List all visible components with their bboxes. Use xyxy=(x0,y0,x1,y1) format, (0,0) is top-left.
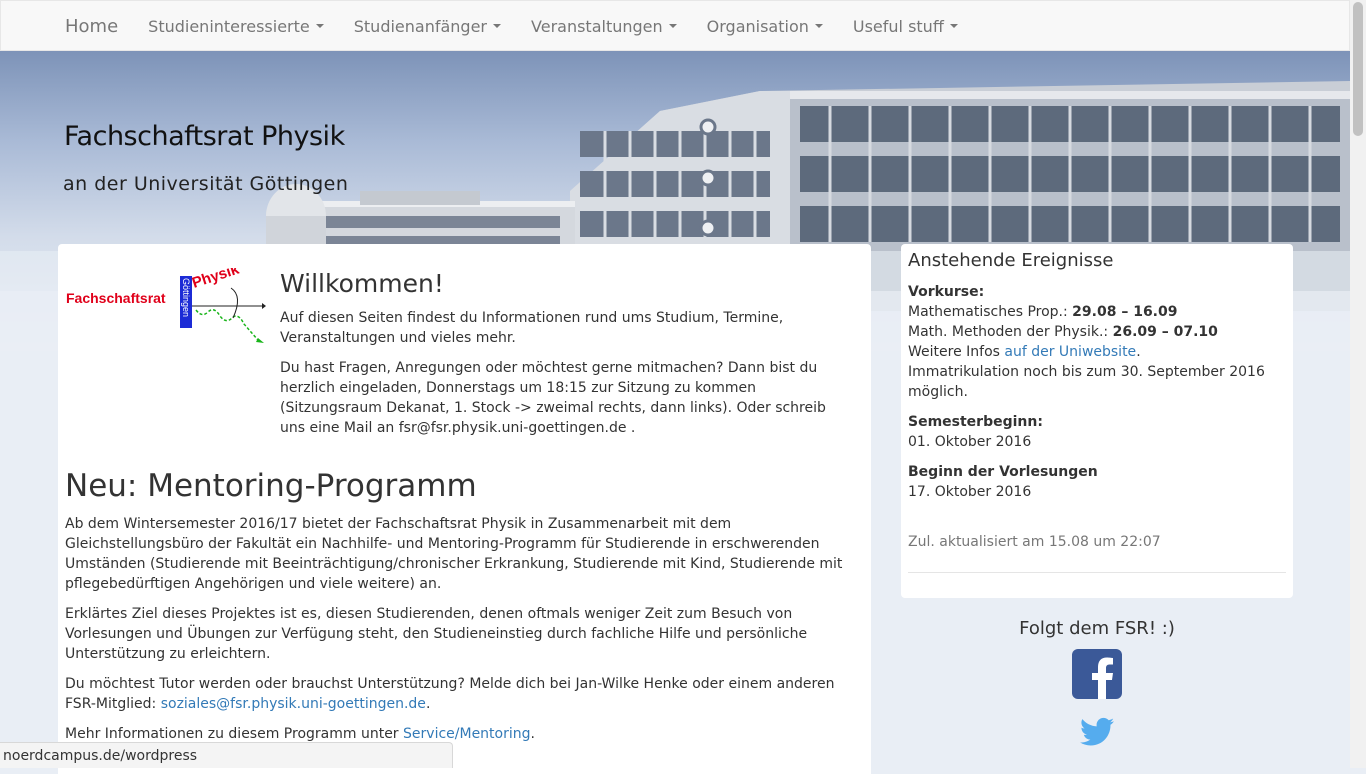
math-methoden-label: Math. Methoden der Physik.: xyxy=(908,324,1113,340)
nav-item-label: Studienanfänger xyxy=(353,16,488,36)
punctuation: . xyxy=(530,726,535,742)
logo-text-fachschaftsrat: Fachschaftsrat xyxy=(66,290,166,306)
status-bar-url: noerdcampus.de/wordpress xyxy=(0,742,453,768)
scrollbar-thumb[interactable] xyxy=(1353,2,1363,136)
follow-heading: Folgt dem FSR! :) xyxy=(1019,618,1175,639)
logo-text-physik: Physik xyxy=(190,268,242,292)
nav-item-label: Studieninteressierte xyxy=(148,16,310,36)
semesterbeginn-block: Semesterbeginn: 01. Oktober 2016 xyxy=(908,412,1286,452)
uniwebsite-link[interactable]: auf der Uniwebsite xyxy=(1004,344,1136,360)
logo-text-goettingen: Göttingen xyxy=(181,278,191,317)
welcome-text-2: Du hast Fragen, Anregungen oder möchtest… xyxy=(280,360,826,436)
vorkurse-label: Vorkurse: xyxy=(908,284,985,300)
mentoring-section: Neu: Mentoring-Programm Ab dem Wintersem… xyxy=(65,466,860,754)
welcome-heading: Willkommen! xyxy=(280,269,444,298)
nav-item-veranstaltungen[interactable]: Veranstaltungen xyxy=(516,1,692,51)
punctuation: . xyxy=(425,696,431,712)
mentoring-text-3: Du möchtest Tutor werden oder brauchst U… xyxy=(65,674,860,714)
navbar: Home Studieninteressierte Studienanfänge… xyxy=(0,0,1350,51)
mathe-prop-label: Mathematisches Prop.: xyxy=(908,304,1073,320)
nav-item-useful-stuff[interactable]: Useful stuff xyxy=(838,1,973,51)
twitter-glyph xyxy=(1080,717,1114,746)
caret-down-icon xyxy=(814,24,823,28)
immatrikulation-text: Immatrikulation noch bis zum 30. Septemb… xyxy=(908,364,1265,400)
fachschaftsrat-logo: Fachschaftsrat Göttingen Physik xyxy=(66,268,266,343)
mentoring-text-1: Ab dem Wintersemester 2016/17 bietet der… xyxy=(65,516,843,592)
vorkurse-block: Vorkurse: Mathematisches Prop.: 29.08 – … xyxy=(908,282,1286,402)
mentoring-more-info-text: Mehr Informationen zu diesem Programm un… xyxy=(65,726,404,742)
weitere-infos-text: Weitere Infos xyxy=(908,344,1005,360)
vorlesungen-block: Beginn der Vorlesungen 17. Oktober 2016 xyxy=(908,462,1286,502)
caret-down-icon xyxy=(949,24,958,28)
punctuation: . xyxy=(1136,344,1141,360)
math-methoden-line: Math. Methoden der Physik.: 26.09 – 07.1… xyxy=(908,322,1286,342)
nav-item-label: Home xyxy=(65,15,119,37)
service-mentoring-link[interactable]: Service/Mentoring xyxy=(403,726,530,742)
scrollbar[interactable] xyxy=(1350,0,1366,768)
nav-item-label: Useful stuff xyxy=(852,16,944,36)
welcome-section: Willkommen! Auf diesen Seiten findest du… xyxy=(280,268,830,448)
main-content: Fachschaftsrat Göttingen Physik Willkomm… xyxy=(58,244,871,774)
nav-item-home[interactable]: Home xyxy=(51,1,133,51)
last-updated: Zul. aktualisiert am 15.08 um 22:07 xyxy=(908,534,1161,550)
events-panel: Anstehende Ereignisse Vorkurse: Mathemat… xyxy=(901,244,1293,598)
nav-menu: Home Studieninteressierte Studienanfänge… xyxy=(51,1,973,51)
nav-item-organisation[interactable]: Organisation xyxy=(692,1,838,51)
mentoring-text-2: Erklärtes Ziel dieses Projektes ist es, … xyxy=(65,606,808,662)
site-subtitle: an der Universität Göttingen xyxy=(63,173,349,195)
soziales-email-link[interactable]: soziales@fsr.physik.uni-goettingen.de xyxy=(161,696,426,712)
events-title: Anstehende Ereignisse xyxy=(908,250,1114,271)
weitere-infos-line: Weitere Infos auf der Uniwebsite. xyxy=(908,342,1286,362)
vorlesungen-label: Beginn der Vorlesungen xyxy=(908,464,1098,480)
semesterbeginn-date: 01. Oktober 2016 xyxy=(908,434,1032,450)
vorlesungen-date: 17. Oktober 2016 xyxy=(908,484,1032,500)
divider xyxy=(908,572,1286,573)
caret-down-icon xyxy=(315,24,324,28)
mentoring-heading: Neu: Mentoring-Programm xyxy=(65,468,477,504)
mathe-prop-line: Mathematisches Prop.: 29.08 – 16.09 xyxy=(908,302,1286,322)
nav-item-label: Organisation xyxy=(706,16,809,36)
nav-item-studieninteressierte[interactable]: Studieninteressierte xyxy=(133,1,339,51)
mathe-prop-dates: 29.08 – 16.09 xyxy=(1072,304,1178,320)
caret-down-icon xyxy=(493,24,502,28)
site-title: Fachschaftsrat Physik xyxy=(64,121,345,152)
mentoring-text-4: Mehr Informationen zu diesem Programm un… xyxy=(65,724,860,744)
nav-item-label: Veranstaltungen xyxy=(531,16,663,36)
math-methoden-dates: 26.09 – 07.10 xyxy=(1112,324,1218,340)
facebook-icon[interactable] xyxy=(1072,649,1122,699)
caret-down-icon xyxy=(668,24,677,28)
twitter-icon[interactable] xyxy=(1080,717,1114,747)
facebook-glyph xyxy=(1092,657,1113,699)
welcome-text-1: Auf diesen Seiten findest du Information… xyxy=(280,310,784,346)
semesterbeginn-label: Semesterbeginn: xyxy=(908,414,1043,430)
nav-item-studienanfaenger[interactable]: Studienanfänger xyxy=(339,1,516,51)
